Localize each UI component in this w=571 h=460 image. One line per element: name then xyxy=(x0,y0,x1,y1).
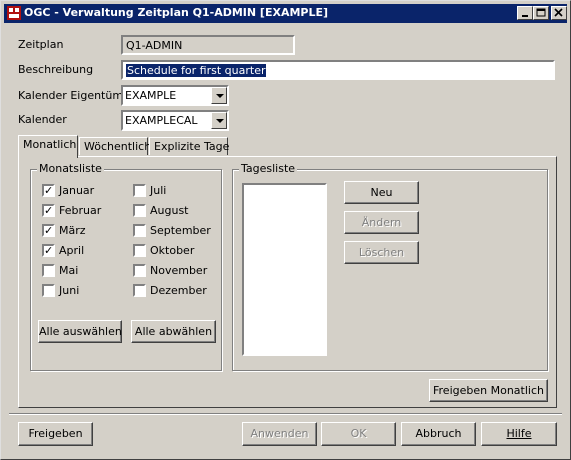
kalender-eigentuemer-value: EXAMPLE xyxy=(125,89,177,102)
chevron-down-icon xyxy=(216,119,224,123)
tagesliste-listbox[interactable] xyxy=(242,183,327,356)
beschreibung-value: Schedule for first quarter xyxy=(126,64,267,77)
zeitplan-field: Q1-ADMIN xyxy=(121,35,295,55)
maximize-icon xyxy=(536,8,546,17)
checkbox-mai[interactable] xyxy=(42,264,55,277)
kalender-label: Kalender xyxy=(18,113,67,126)
checkbox-label-dezember: Dezember xyxy=(150,284,207,297)
kalender-select[interactable]: EXAMPLECAL xyxy=(121,110,229,131)
title-bar[interactable]: OGC - Verwaltung Zeitplan Q1-ADMIN [EXAM… xyxy=(4,4,567,23)
window-title: OGC - Verwaltung Zeitplan Q1-ADMIN [EXAM… xyxy=(24,6,329,19)
checkbox-label-mai: Mai xyxy=(59,264,79,277)
kalender-eigentuemer-label: Kalender Eigentümer xyxy=(18,89,135,102)
apply-button[interactable]: Anwenden xyxy=(242,422,317,446)
checkbox-juni[interactable] xyxy=(42,284,55,297)
checkbox-label-september: September xyxy=(150,224,211,237)
release-button[interactable]: Freigeben xyxy=(18,422,93,446)
checkbox-label-november: November xyxy=(150,264,208,277)
monatsliste-group: Monatsliste ✓ Januar ✓ Februar ✓ März ✓ … xyxy=(30,162,222,371)
checkbox-april[interactable]: ✓ xyxy=(42,244,55,257)
deselect-all-button[interactable]: Alle abwählen xyxy=(131,320,216,343)
dropdown-button[interactable] xyxy=(211,112,227,129)
app-icon xyxy=(7,6,21,20)
tagesliste-group: Tagesliste Neu Ändern Löschen xyxy=(232,162,548,371)
tagesliste-title: Tagesliste xyxy=(239,162,298,175)
checkbox-februar[interactable]: ✓ xyxy=(42,204,55,217)
zeitplan-label: Zeitplan xyxy=(18,38,64,51)
tab-monatlich[interactable]: Monatlich xyxy=(18,135,78,158)
change-button[interactable]: Ändern xyxy=(344,211,419,234)
beschreibung-input[interactable]: Schedule for first quarter xyxy=(121,60,555,80)
tab-explizite-tage[interactable]: Explizite Tage xyxy=(149,137,229,155)
close-button[interactable] xyxy=(551,6,567,20)
maximize-button[interactable] xyxy=(533,6,549,20)
checkbox-label-august: August xyxy=(150,204,189,217)
footer-separator xyxy=(9,413,562,415)
cancel-button[interactable]: Abbruch xyxy=(401,422,476,446)
checkbox-maerz[interactable]: ✓ xyxy=(42,224,55,237)
delete-button[interactable]: Löschen xyxy=(344,241,419,264)
checkbox-label-juni: Juni xyxy=(59,284,80,297)
checkbox-label-juli: Juli xyxy=(150,184,167,197)
kalender-eigentuemer-select[interactable]: EXAMPLE xyxy=(121,85,229,106)
monatsliste-title: Monatsliste xyxy=(37,162,104,175)
checkbox-label-februar: Februar xyxy=(59,204,102,217)
checkbox-label-oktober: Oktober xyxy=(150,244,195,257)
checkbox-label-april: April xyxy=(59,244,85,257)
checkbox-august[interactable] xyxy=(133,204,146,217)
checkbox-januar[interactable]: ✓ xyxy=(42,184,55,197)
checkbox-september[interactable] xyxy=(133,224,146,237)
close-icon xyxy=(554,8,563,17)
checkbox-juli[interactable] xyxy=(133,184,146,197)
dropdown-button[interactable] xyxy=(211,87,227,104)
minimize-button[interactable] xyxy=(517,6,533,20)
tab-woechentlich[interactable]: Wöchentlich xyxy=(79,137,151,155)
checkbox-label-januar: Januar xyxy=(59,184,95,197)
tab-panel-monatlich: Monatsliste ✓ Januar ✓ Februar ✓ März ✓ … xyxy=(18,156,557,408)
kalender-value: EXAMPLECAL xyxy=(125,114,198,127)
checkbox-dezember[interactable] xyxy=(133,284,146,297)
main-window: OGC - Verwaltung Zeitplan Q1-ADMIN [EXAM… xyxy=(0,0,571,460)
chevron-down-icon xyxy=(216,94,224,98)
help-button[interactable]: Hilfe xyxy=(481,422,557,446)
release-monthly-button[interactable]: Freigeben Monatlich xyxy=(429,379,548,402)
checkbox-oktober[interactable] xyxy=(133,244,146,257)
beschreibung-label: Beschreibung xyxy=(18,63,94,76)
new-button[interactable]: Neu xyxy=(344,181,419,204)
minimize-icon xyxy=(522,15,528,17)
ok-button[interactable]: OK xyxy=(321,422,396,446)
select-all-button[interactable]: Alle auswählen xyxy=(38,320,122,343)
checkbox-label-maerz: März xyxy=(59,224,86,237)
checkbox-november[interactable] xyxy=(133,264,146,277)
